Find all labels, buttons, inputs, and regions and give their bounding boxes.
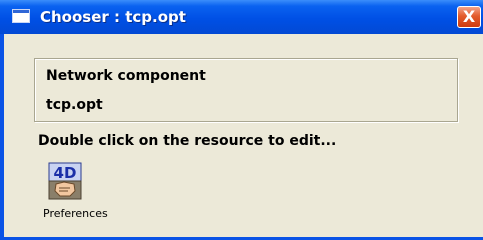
group-title: Network component (46, 68, 206, 84)
instruction-text: Double click on the resource to edit... (38, 133, 337, 149)
component-name: tcp.opt (46, 97, 103, 113)
icon-text: 4D (54, 164, 77, 182)
chooser-window: Chooser : tcp.opt X Network component tc… (0, 0, 483, 240)
resource-label: Preferences (43, 207, 108, 220)
window-icon (12, 9, 30, 23)
4d-preferences-icon: 4D (48, 162, 82, 200)
close-button[interactable]: X (457, 6, 481, 28)
network-component-group: Network component tcp.opt (34, 58, 458, 122)
window-title: Chooser : tcp.opt (40, 8, 186, 26)
title-bar[interactable]: Chooser : tcp.opt X (0, 0, 483, 34)
resource-preferences[interactable]: 4D Preferences (38, 162, 130, 228)
